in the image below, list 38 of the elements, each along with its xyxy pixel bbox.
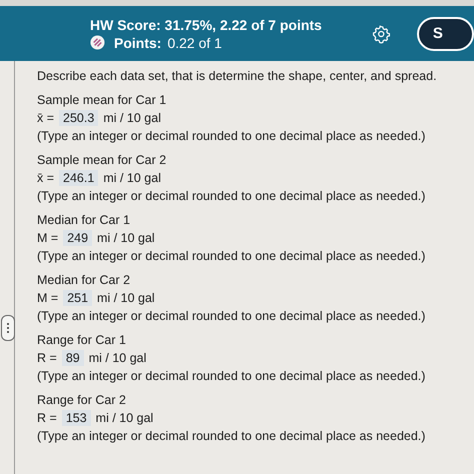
answer-field[interactable]: 251: [63, 290, 92, 306]
unit-label: mi / 10 gal: [96, 411, 154, 425]
points-value: 0.22 of 1: [167, 34, 222, 50]
hint-text: (Type an integer or decimal rounded to one decimal place as needed.): [37, 309, 426, 323]
variable-label: x̄ =: [37, 111, 54, 125]
question-label: Sample mean for Car 2: [37, 153, 168, 167]
question-label: Median for Car 1: [37, 213, 132, 227]
points-label: Points:: [114, 34, 162, 50]
answer-field[interactable]: 89: [62, 350, 84, 366]
answer-field[interactable]: 246.1: [59, 170, 98, 186]
unit-label: mi / 10 gal: [103, 111, 161, 125]
variable-label: M =: [37, 231, 58, 245]
question-label: Sample mean for Car 1: [37, 93, 168, 107]
answer-field[interactable]: 153: [62, 410, 91, 426]
unit-label: mi / 10 gal: [97, 291, 155, 305]
submit-button[interactable]: S: [416, 16, 474, 50]
hint-text: (Type an integer or decimal rounded to one decimal place as needed.): [37, 129, 426, 143]
hint-text: (Type an integer or decimal rounded to one decimal place as needed.): [37, 249, 426, 263]
settings-icon[interactable]: [372, 24, 391, 44]
answer-field[interactable]: 249: [63, 230, 92, 246]
hint-text: (Type an integer or decimal rounded to one decimal place as needed.): [37, 369, 426, 383]
variable-label: R =: [37, 351, 57, 365]
unit-label: mi / 10 gal: [103, 171, 161, 185]
answer-field[interactable]: 250.3: [59, 110, 98, 126]
hw-score: HW Score: 31.75%, 2.22 of 7 points: [90, 16, 323, 32]
unit-label: mi / 10 gal: [88, 351, 146, 365]
variable-label: x̄ =: [37, 171, 54, 185]
variable-label: R =: [37, 411, 57, 425]
hint-text: (Type an integer or decimal rounded to one decimal place as needed.): [37, 189, 426, 203]
hint-text: (Type an integer or decimal rounded to one decimal place as needed.): [37, 429, 426, 443]
unit-label: mi / 10 gal: [97, 231, 155, 245]
variable-label: M =: [37, 291, 58, 305]
question-label: Range for Car 2: [37, 393, 127, 407]
panel-handle[interactable]: [1, 315, 15, 341]
partial-score-icon: [90, 35, 105, 50]
question-label: Range for Car 1: [37, 333, 127, 347]
question-label: Median for Car 2: [37, 273, 132, 287]
instructions: Describe each data set, that is determine the shape, center, and spread.: [37, 69, 437, 83]
